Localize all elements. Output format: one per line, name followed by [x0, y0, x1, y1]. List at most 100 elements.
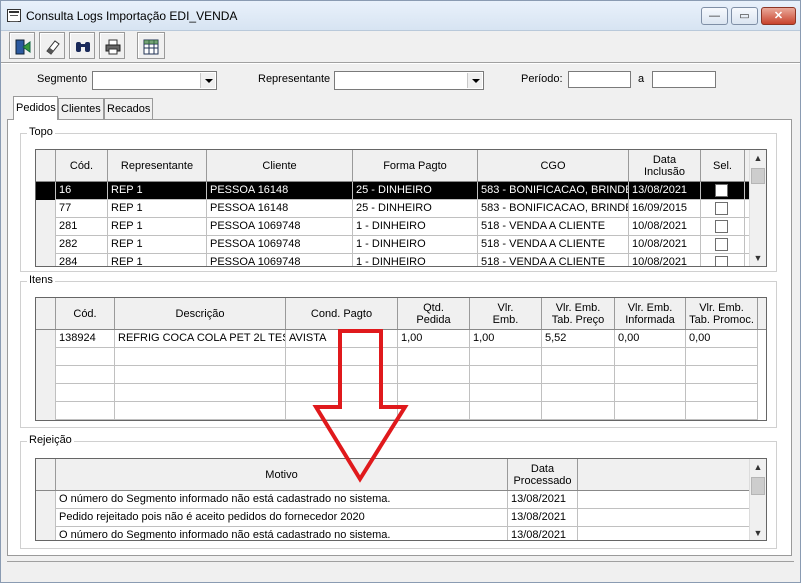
table-cell[interactable]: 16/09/2015: [629, 200, 701, 218]
table-cell[interactable]: 518 - VENDA A CLIENTE: [478, 236, 629, 254]
table-cell[interactable]: [470, 384, 542, 402]
table-cell[interactable]: PESSOA 1069748: [207, 236, 353, 254]
table-cell[interactable]: 25 - DINHEIRO: [353, 200, 478, 218]
search-button[interactable]: [69, 32, 95, 59]
table-cell[interactable]: 583 - BONIFICACAO, BRINDE: [478, 200, 629, 218]
table-cell[interactable]: [686, 348, 758, 366]
row-indicator[interactable]: [36, 218, 56, 236]
table-cell[interactable]: [115, 348, 286, 366]
row-indicator[interactable]: [36, 236, 56, 254]
table-cell[interactable]: [615, 384, 686, 402]
table-cell[interactable]: [578, 527, 750, 540]
select-checkbox[interactable]: [715, 184, 728, 197]
scroll-thumb[interactable]: [751, 477, 765, 495]
export-button[interactable]: [137, 32, 165, 59]
table-cell[interactable]: 1 - DINHEIRO: [353, 254, 478, 266]
row-indicator[interactable]: [36, 200, 56, 218]
table-cell[interactable]: 518 - VENDA A CLIENTE: [478, 218, 629, 236]
chevron-down-icon[interactable]: [467, 73, 482, 88]
table-cell[interactable]: O número do Segmento informado não está …: [56, 491, 508, 509]
tab-recados[interactable]: Recados: [104, 98, 153, 119]
clear-button[interactable]: [39, 32, 65, 59]
table-row[interactable]: O número do Segmento informado não está …: [36, 491, 750, 509]
representante-select[interactable]: [334, 71, 484, 90]
table-cell[interactable]: 16: [56, 182, 108, 200]
table-cell[interactable]: REP 1: [108, 236, 207, 254]
table-row[interactable]: 77 REP 1 PESSOA 16148 25 - DINHEIRO 583 - BO…: [36, 200, 750, 218]
table-cell[interactable]: [542, 384, 615, 402]
table-cell[interactable]: REP 1: [108, 218, 207, 236]
scroll-down-icon[interactable]: ▼: [750, 250, 766, 266]
table-cell[interactable]: O número do Segmento informado não está …: [56, 527, 508, 540]
table-cell[interactable]: 1 - DINHEIRO: [353, 236, 478, 254]
table-cell[interactable]: REP 1: [108, 182, 207, 200]
col-cond-pagto[interactable]: Cond. Pagto: [286, 298, 398, 329]
col-cod[interactable]: Cód.: [56, 298, 115, 329]
table-cell[interactable]: 281: [56, 218, 108, 236]
col-cod[interactable]: Cód.: [56, 150, 108, 181]
table-cell[interactable]: 0,00: [686, 330, 758, 348]
table-cell[interactable]: [56, 366, 115, 384]
table-cell[interactable]: [470, 366, 542, 384]
col-descricao[interactable]: Descrição: [115, 298, 286, 329]
table-cell[interactable]: REP 1: [108, 200, 207, 218]
periodo-from-input[interactable]: [568, 71, 631, 88]
exit-button[interactable]: [9, 32, 35, 59]
table-cell[interactable]: 138924: [56, 330, 115, 348]
table-cell[interactable]: [56, 384, 115, 402]
table-cell[interactable]: [56, 348, 115, 366]
table-cell[interactable]: REFRIG COCA COLA PET 2L TES: [115, 330, 286, 348]
chevron-down-icon[interactable]: [200, 73, 215, 88]
segmento-select[interactable]: [92, 71, 217, 90]
select-checkbox[interactable]: [715, 256, 728, 266]
table-cell[interactable]: 25 - DINHEIRO: [353, 182, 478, 200]
table-cell[interactable]: [542, 402, 615, 420]
table-cell[interactable]: 10/08/2021: [629, 218, 701, 236]
table-cell[interactable]: PESSOA 1069748: [207, 254, 353, 266]
table-cell[interactable]: 583 - BONIFICACAO, BRINDE: [478, 182, 629, 200]
table-cell[interactable]: [470, 348, 542, 366]
title-bar[interactable]: Consulta Logs Importação EDI_VENDA — ▭ ✕: [1, 1, 800, 31]
col-representante[interactable]: Representante: [108, 150, 207, 181]
table-row[interactable]: 16 REP 1 PESSOA 16148 25 - DINHEIRO 583 - BO…: [36, 182, 750, 200]
table-cell[interactable]: [686, 402, 758, 420]
col-motivo[interactable]: Motivo: [56, 459, 508, 490]
select-checkbox[interactable]: [715, 238, 728, 251]
col-vlr-emb-tab-preco[interactable]: Vlr. Emb. Tab. Preço: [542, 298, 615, 329]
table-cell[interactable]: 10/08/2021: [629, 236, 701, 254]
table-cell[interactable]: [115, 384, 286, 402]
rejeicao-scrollbar[interactable]: ▲ ▼: [749, 459, 766, 540]
col-data-processado[interactable]: Data Processado: [508, 459, 578, 490]
select-checkbox[interactable]: [715, 202, 728, 215]
table-cell[interactable]: PESSOA 1069748: [207, 218, 353, 236]
table-cell[interactable]: 1,00: [470, 330, 542, 348]
tab-clientes[interactable]: Clientes: [58, 98, 104, 119]
maximize-button[interactable]: ▭: [731, 7, 758, 25]
table-cell[interactable]: REP 1: [108, 254, 207, 266]
col-sel[interactable]: Sel.: [701, 150, 745, 181]
row-indicator[interactable]: [36, 330, 56, 348]
select-checkbox[interactable]: [715, 220, 728, 233]
scroll-up-icon[interactable]: ▲: [750, 459, 766, 475]
row-indicator[interactable]: [36, 491, 56, 509]
table-cell[interactable]: 13/08/2021: [629, 182, 701, 200]
table-cell[interactable]: 282: [56, 236, 108, 254]
col-vlr-emb-informada[interactable]: Vlr. Emb. Informada: [615, 298, 686, 329]
col-cgo[interactable]: CGO: [478, 150, 629, 181]
table-cell[interactable]: [115, 402, 286, 420]
row-indicator[interactable]: [36, 402, 56, 420]
table-cell[interactable]: 10/08/2021: [629, 254, 701, 266]
table-cell[interactable]: [686, 366, 758, 384]
scroll-thumb[interactable]: [751, 168, 765, 184]
periodo-to-input[interactable]: [652, 71, 716, 88]
table-cell[interactable]: 0,00: [615, 330, 686, 348]
table-cell[interactable]: [615, 366, 686, 384]
row-indicator[interactable]: [36, 182, 56, 200]
table-row[interactable]: 282 REP 1 PESSOA 1069748 1 - DINHEIRO 518 - …: [36, 236, 750, 254]
row-indicator[interactable]: [36, 348, 56, 366]
table-cell[interactable]: [56, 402, 115, 420]
table-cell[interactable]: 77: [56, 200, 108, 218]
table-row[interactable]: 284 REP 1 PESSOA 1069748 1 - DINHEIRO 518 - …: [36, 254, 750, 266]
table-cell[interactable]: 284: [56, 254, 108, 266]
col-data-inclusao[interactable]: Data Inclusão: [629, 150, 701, 181]
